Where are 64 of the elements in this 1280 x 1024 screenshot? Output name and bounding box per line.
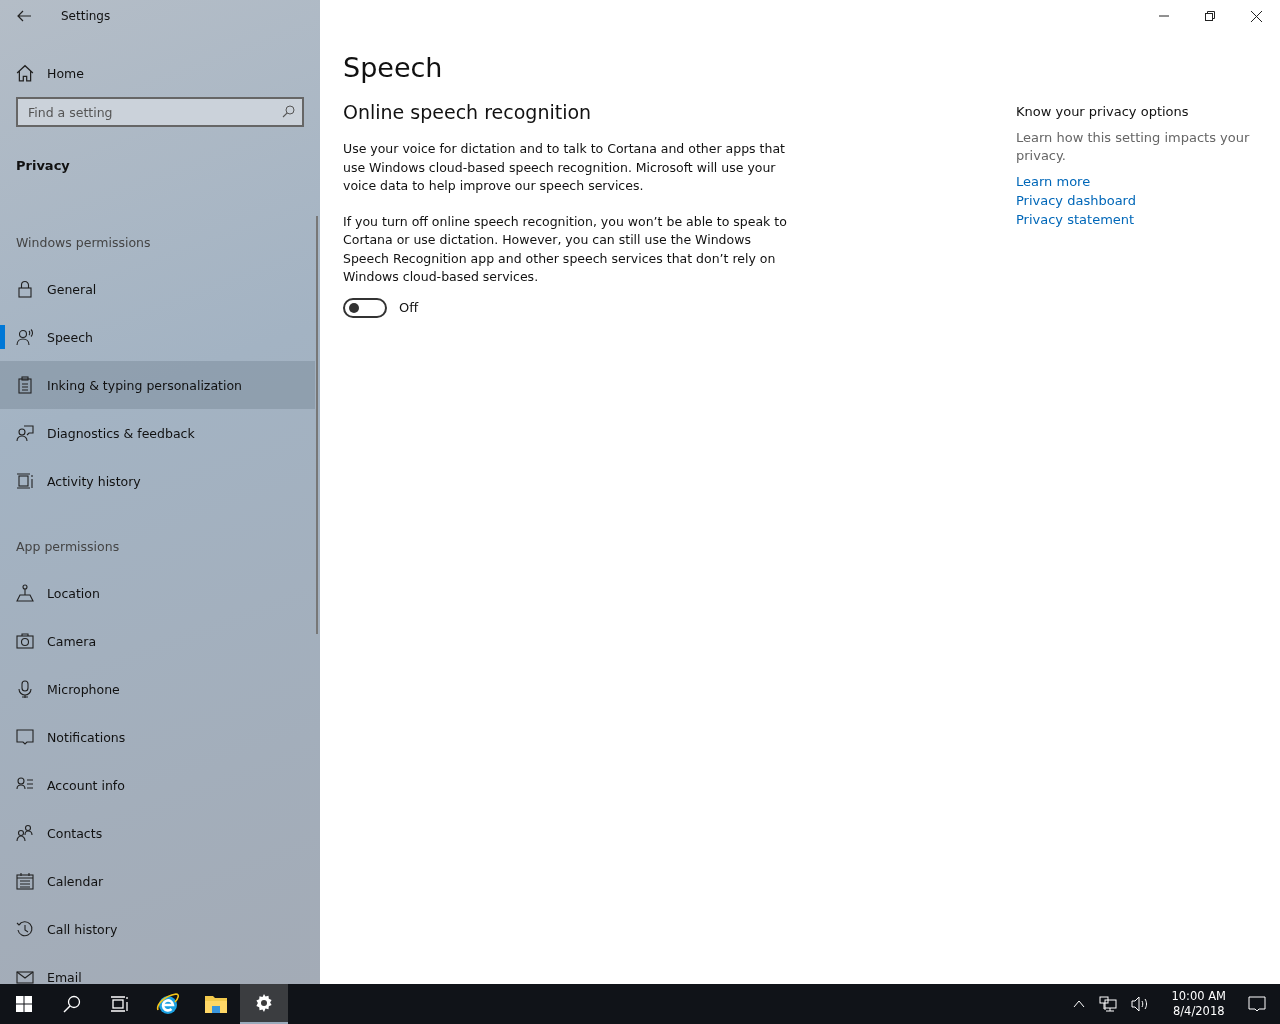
nav-item[interactable]: Contacts (0, 809, 315, 857)
browser-e-icon (156, 992, 180, 1016)
task-view-icon (111, 996, 129, 1012)
close-icon[interactable] (1251, 10, 1262, 22)
clock-time: 10:00 AM (1171, 989, 1226, 1004)
message-bubble-icon (16, 728, 34, 746)
page-title: Speech (343, 52, 444, 83)
nav-item[interactable]: Location (0, 569, 315, 617)
nav-item[interactable]: Call history (0, 905, 315, 953)
lock-icon (16, 280, 34, 298)
microphone-icon (16, 680, 34, 698)
people-icon (16, 824, 34, 842)
home-icon (16, 64, 34, 82)
description-text: If you turn off online speech recognition, you won’t be able to speak to Cortana or use dictation. However, you can still use the Windows Speech Recognition app and other speech services that don’t rely on Windows cloud-based services. (343, 212, 788, 286)
nav-item[interactable]: General (0, 265, 315, 313)
speaking-person-icon (16, 328, 34, 346)
nav-item[interactable]: Inking & typing personalization (0, 361, 315, 409)
group-heading: Windows permissions (15, 234, 152, 252)
back-arrow-icon[interactable] (17, 10, 31, 22)
windows-logo-icon (16, 996, 32, 1012)
aside-text: Learn how this setting impacts your privacy. (1016, 129, 1251, 165)
nav-item[interactable]: Notifications (0, 713, 315, 761)
camera-icon (16, 632, 34, 650)
description-text: Use your voice for dictation and to talk to Cortana and other apps that use Windows cloud-based speech recognition. Microsoft will use your voice data to help improve our speech services. (343, 140, 786, 195)
section-heading: Privacy (15, 157, 71, 175)
speaker-icon[interactable] (1131, 996, 1150, 1012)
nav-item[interactable]: Email (0, 953, 315, 984)
settings-app-button[interactable] (240, 984, 288, 1024)
group-heading: App permissions (15, 538, 121, 556)
nav-item[interactable]: Speech (0, 313, 315, 361)
folder-icon (204, 994, 228, 1014)
notification-icon[interactable] (1248, 995, 1266, 1013)
nav-item[interactable]: Diagnostics & feedback (0, 409, 315, 457)
person-with-speech-bubble-icon (16, 424, 34, 442)
clock-date: 8/4/2018 (1172, 1004, 1225, 1019)
link[interactable]: Privacy dashboard (1016, 191, 1256, 210)
home-nav-item[interactable]: Home (0, 49, 315, 97)
toggle-switch[interactable] (343, 297, 387, 318)
aside-heading: Know your privacy options (1016, 104, 1190, 119)
link[interactable]: Privacy statement (1016, 210, 1256, 229)
search-icon (63, 995, 81, 1013)
restore-icon[interactable] (1205, 11, 1215, 21)
search-icon (282, 105, 295, 118)
toggle-label: Off (399, 300, 419, 315)
map-pin-icon (16, 584, 34, 602)
nav-item[interactable]: Account info (0, 761, 315, 809)
timeline-icon (16, 472, 34, 490)
nav-item[interactable]: Calendar (0, 857, 315, 905)
clock[interactable]: 10:00 AM 8/4/2018 (1163, 989, 1234, 1019)
nav-item[interactable]: Activity history (0, 457, 315, 505)
envelope-icon (16, 968, 34, 984)
chevron-up-icon[interactable] (1073, 1000, 1086, 1008)
scrollbar[interactable] (316, 216, 318, 634)
clipboard-icon (16, 376, 34, 394)
gear-icon (254, 993, 274, 1013)
search-field[interactable]: Find a setting (16, 97, 304, 127)
link[interactable]: Learn more (1016, 172, 1256, 191)
nav-item[interactable]: Camera (0, 617, 315, 665)
clock-history-icon (16, 920, 34, 938)
window-title: Settings (61, 9, 111, 23)
network-icon[interactable] (1099, 996, 1118, 1012)
calendar-icon (16, 872, 34, 890)
section-title: Online speech recognition (343, 101, 593, 123)
nav-item[interactable]: Microphone (0, 665, 315, 713)
